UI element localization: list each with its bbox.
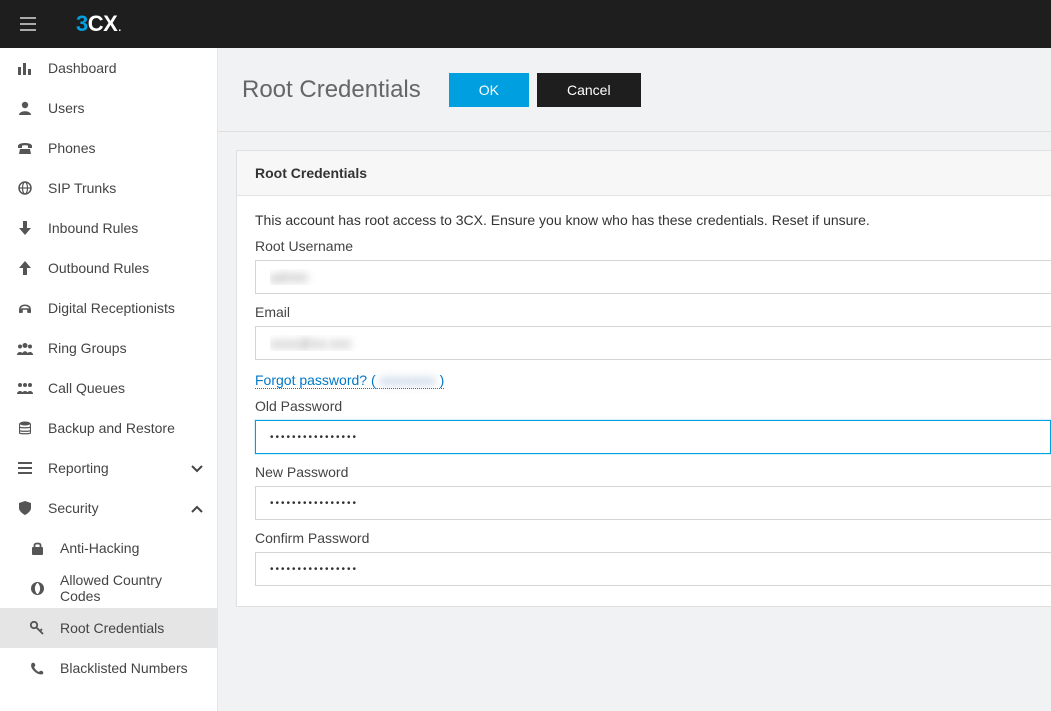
globe-thick-icon bbox=[26, 582, 48, 595]
forgot-password-row: Forgot password? (xxxxxxxx) bbox=[255, 372, 1051, 388]
sidebar-label: Blacklisted Numbers bbox=[60, 660, 203, 676]
globe-icon bbox=[14, 181, 36, 195]
logo-cx: CX bbox=[88, 11, 118, 37]
old-password-input[interactable] bbox=[255, 420, 1051, 454]
sidebar-subitem-blacklisted-numbers[interactable]: Blacklisted Numbers bbox=[0, 648, 217, 688]
phone-icon bbox=[26, 662, 48, 675]
bar-chart-icon bbox=[14, 61, 36, 75]
sidebar-item-outbound-rules[interactable]: Outbound Rules bbox=[0, 248, 217, 288]
email-label: Email bbox=[255, 304, 1051, 320]
sidebar-label: Anti-Hacking bbox=[60, 540, 203, 556]
logo-dot: . bbox=[118, 23, 120, 34]
sidebar-label: Phones bbox=[48, 140, 203, 156]
queue-icon bbox=[14, 382, 36, 394]
old-password-label: Old Password bbox=[255, 398, 1051, 414]
sidebar-item-dashboard[interactable]: Dashboard bbox=[0, 48, 217, 88]
sidebar-label: Reporting bbox=[48, 460, 191, 476]
chevron-up-icon bbox=[191, 500, 203, 516]
panel-description: This account has root access to 3CX. Ens… bbox=[255, 212, 1051, 228]
sidebar-label: Outbound Rules bbox=[48, 260, 203, 276]
main-content: Root Credentials OK Cancel Root Credenti… bbox=[218, 48, 1051, 711]
top-bar: 3CX. bbox=[0, 0, 1051, 48]
database-icon bbox=[14, 421, 36, 435]
ok-button[interactable]: OK bbox=[449, 73, 529, 107]
sidebar-item-call-queues[interactable]: Call Queues bbox=[0, 368, 217, 408]
sidebar-label: Digital Receptionists bbox=[48, 300, 203, 316]
sidebar: Dashboard Users Phones SIP Trunks Inboun… bbox=[0, 48, 218, 711]
panel-heading: Root Credentials bbox=[237, 151, 1051, 196]
sidebar-item-sip-trunks[interactable]: SIP Trunks bbox=[0, 168, 217, 208]
root-username-label: Root Username bbox=[255, 238, 1051, 254]
sidebar-label: Users bbox=[48, 100, 203, 116]
sidebar-item-users[interactable]: Users bbox=[0, 88, 217, 128]
confirm-password-input[interactable] bbox=[255, 552, 1051, 586]
hamburger-menu-icon[interactable] bbox=[20, 17, 36, 31]
key-icon bbox=[26, 621, 48, 635]
logo-3: 3 bbox=[76, 11, 88, 37]
sidebar-item-backup-restore[interactable]: Backup and Restore bbox=[0, 408, 217, 448]
shield-icon bbox=[14, 501, 36, 515]
cancel-button[interactable]: Cancel bbox=[537, 73, 641, 107]
sidebar-subitem-root-credentials[interactable]: Root Credentials bbox=[0, 608, 217, 648]
sidebar-label: SIP Trunks bbox=[48, 180, 203, 196]
sidebar-item-security[interactable]: Security bbox=[0, 488, 217, 528]
forgot-password-link[interactable]: Forgot password? (xxxxxxxx) bbox=[255, 372, 444, 389]
sidebar-label: Security bbox=[48, 500, 191, 516]
sidebar-subitem-anti-hacking[interactable]: Anti-Hacking bbox=[0, 528, 217, 568]
email-input[interactable] bbox=[255, 326, 1051, 360]
phone-old-icon bbox=[14, 141, 36, 155]
sidebar-subitem-allowed-country-codes[interactable]: Allowed Country Codes bbox=[0, 568, 217, 608]
sidebar-label: Backup and Restore bbox=[48, 420, 203, 436]
list-icon bbox=[14, 462, 36, 474]
sidebar-item-ring-groups[interactable]: Ring Groups bbox=[0, 328, 217, 368]
sidebar-item-reporting[interactable]: Reporting bbox=[0, 448, 217, 488]
arrow-up-icon bbox=[14, 261, 36, 275]
arrow-down-icon bbox=[14, 221, 36, 235]
logo: 3CX. bbox=[76, 11, 121, 37]
page-header: Root Credentials OK Cancel bbox=[218, 48, 1051, 132]
users-group-icon bbox=[14, 342, 36, 355]
new-password-label: New Password bbox=[255, 464, 1051, 480]
sidebar-label: Ring Groups bbox=[48, 340, 203, 356]
confirm-password-label: Confirm Password bbox=[255, 530, 1051, 546]
root-username-input[interactable] bbox=[255, 260, 1051, 294]
sidebar-label: Root Credentials bbox=[60, 620, 203, 636]
sidebar-item-inbound-rules[interactable]: Inbound Rules bbox=[0, 208, 217, 248]
new-password-input[interactable] bbox=[255, 486, 1051, 520]
sidebar-label: Allowed Country Codes bbox=[60, 572, 203, 604]
sidebar-label: Inbound Rules bbox=[48, 220, 203, 236]
chevron-down-icon bbox=[191, 460, 203, 476]
root-credentials-panel: Root Credentials This account has root a… bbox=[236, 150, 1051, 607]
user-icon bbox=[14, 101, 36, 115]
sidebar-label: Dashboard bbox=[48, 60, 203, 76]
sidebar-item-digital-receptionists[interactable]: Digital Receptionists bbox=[0, 288, 217, 328]
page-title: Root Credentials bbox=[242, 76, 421, 104]
lock-icon bbox=[26, 542, 48, 555]
headset-icon bbox=[14, 301, 36, 315]
sidebar-label: Call Queues bbox=[48, 380, 203, 396]
sidebar-item-phones[interactable]: Phones bbox=[0, 128, 217, 168]
